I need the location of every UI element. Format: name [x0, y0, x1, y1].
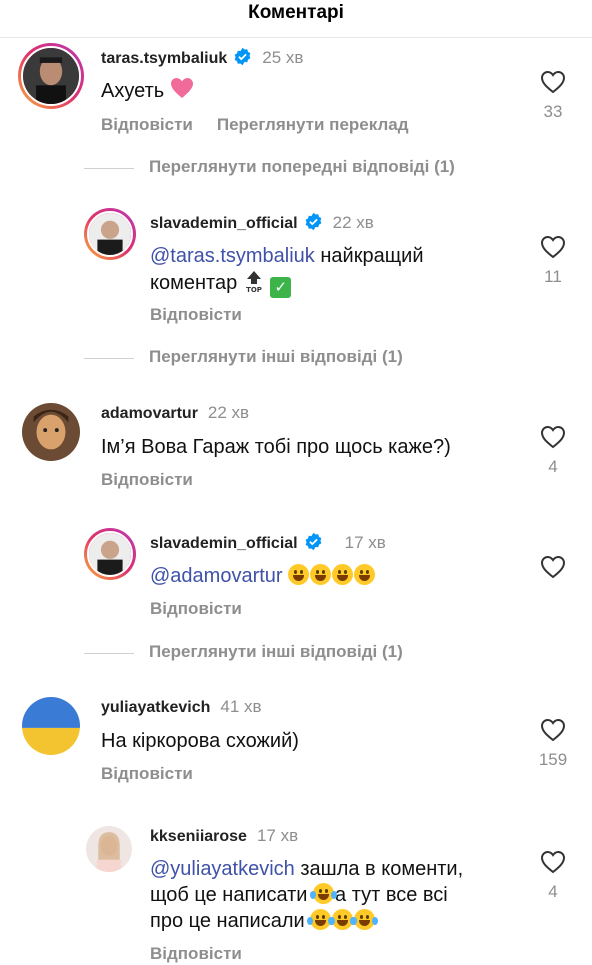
tears-of-joy-emoji-icon	[351, 909, 379, 930]
comment-text: @taras.tsymbaliuk найкращий коментар TOP…	[150, 245, 424, 298]
timestamp: 22 хв	[207, 403, 250, 422]
mention-link[interactable]: @adamovartur	[150, 565, 283, 587]
heart-icon[interactable]	[540, 425, 566, 449]
like-count: 4	[548, 882, 558, 901]
grinning-emoji-icon	[288, 564, 310, 585]
heart-icon[interactable]	[540, 235, 566, 259]
timestamp: 17 хв	[344, 533, 386, 552]
avatar[interactable]	[84, 528, 136, 580]
reply-comment: slavademin_official 17 хв @adamovartur Ві…	[0, 525, 592, 625]
tears-of-joy-emoji-icon	[329, 909, 357, 930]
reply-button[interactable]: Відповісти	[150, 944, 242, 963]
top-arrow-emoji-icon: TOP	[246, 271, 262, 293]
timestamp: 25 хв	[262, 48, 304, 67]
thread-divider	[84, 168, 134, 169]
reply-button[interactable]: Відповісти	[101, 115, 193, 134]
timestamp: 17 хв	[256, 826, 299, 845]
timestamp: 22 хв	[332, 213, 374, 232]
view-replies-label[interactable]: Переглянути інші відповіді (1)	[149, 347, 403, 367]
comment-text: Ахуеть	[101, 77, 194, 104]
timestamp: 41 хв	[220, 697, 262, 716]
comment-text: @adamovartur	[150, 563, 376, 589]
mention-link[interactable]: @yuliayatkevich	[150, 858, 295, 880]
header: Коментарі	[0, 0, 592, 38]
svg-text:TOP: TOP	[246, 286, 262, 293]
thread-divider	[84, 653, 134, 654]
page-title: Коментарі	[248, 2, 344, 23]
comment: yuliayatkevich 41 хв На кіркорова схожий)…	[0, 690, 592, 790]
verified-icon	[234, 47, 251, 66]
tears-of-joy-emoji-icon	[307, 909, 335, 930]
mention-link[interactable]: @taras.tsymbaliuk	[150, 245, 315, 267]
like-count: 33	[543, 102, 563, 121]
like-count: 11	[544, 267, 562, 286]
avatar[interactable]	[84, 208, 136, 260]
username[interactable]: kkseniiarose	[150, 828, 247, 845]
username[interactable]: yuliayatkevich	[101, 699, 210, 716]
reply-button[interactable]: Відповісти	[150, 599, 242, 618]
comment: taras.tsymbaliuk 25 хв Ахуеть Відповісти П…	[0, 40, 592, 140]
avatar[interactable]	[18, 43, 84, 109]
grinning-emoji-icon	[354, 564, 376, 585]
view-replies-label[interactable]: Переглянути попередні відповіді (1)	[149, 157, 455, 177]
comment-text: На кіркорова схожий)	[101, 730, 299, 752]
reply-button[interactable]: Відповісти	[101, 470, 193, 489]
avatar[interactable]	[22, 403, 80, 461]
verified-icon	[305, 532, 321, 551]
check-mark-emoji-icon: ✓	[270, 277, 292, 298]
translate-button[interactable]: Переглянути переклад	[217, 115, 409, 134]
heart-emoji-icon	[170, 78, 193, 98]
username[interactable]: taras.tsymbaliuk	[101, 50, 227, 67]
tears-of-joy-emoji-icon	[310, 883, 338, 904]
like-count: 159	[538, 750, 568, 769]
username[interactable]: slavademin_official	[150, 535, 298, 552]
thread-divider	[84, 358, 134, 359]
heart-icon[interactable]	[540, 718, 566, 742]
heart-icon[interactable]	[540, 850, 566, 874]
verified-icon	[305, 212, 321, 231]
view-replies-label[interactable]: Переглянути інші відповіді (1)	[149, 642, 403, 662]
reply-button[interactable]: Відповісти	[101, 764, 193, 783]
reply-comment: slavademin_official 22 хв @taras.tsymbali…	[0, 205, 592, 335]
comment-text: @yuliayatkevich зашла в коменти, щоб це …	[150, 858, 464, 932]
grinning-emoji-icon	[332, 564, 354, 585]
like-count: 4	[548, 457, 558, 476]
username[interactable]: adamovartur	[101, 405, 198, 422]
avatar[interactable]	[22, 697, 80, 755]
comment-text: Ім’я Вова Гараж тобі про щось каже?)	[101, 436, 451, 458]
avatar[interactable]	[86, 826, 132, 872]
reply-button[interactable]: Відповісти	[150, 305, 242, 324]
comment: adamovartur 22 хв Ім’я Вова Гараж тобі пр…	[0, 396, 592, 496]
heart-icon[interactable]	[540, 70, 566, 94]
reply-comment: kkseniiarose 17 хв @yuliayatkevich зашла …	[0, 820, 592, 965]
heart-icon[interactable]	[540, 555, 566, 579]
grinning-emoji-icon	[310, 564, 332, 585]
username[interactable]: slavademin_official	[150, 215, 298, 232]
